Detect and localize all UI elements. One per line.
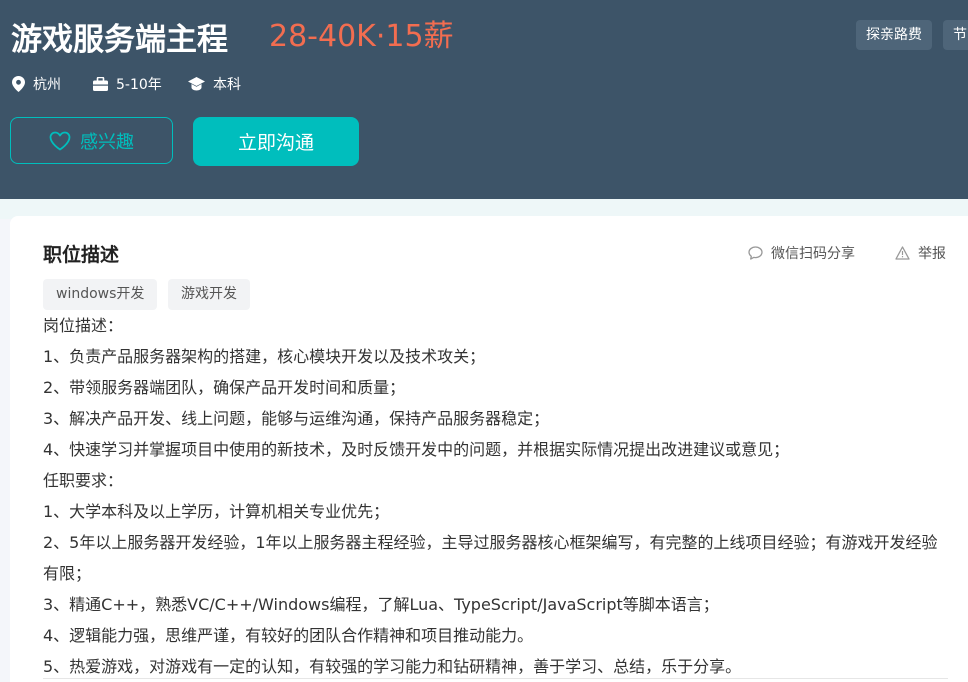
wechat-share-label: 微信扫码分享 — [771, 246, 855, 262]
job-detail-card: 职位描述 微信扫码分享 举报 windows开发 游戏开发 岗位描述： 1、负责… — [10, 216, 968, 682]
description-line: 1、大学本科及以上学历，计算机相关专业优先； — [43, 502, 390, 521]
location-pin-icon — [12, 76, 25, 92]
interest-button[interactable]: 感兴趣 — [10, 117, 173, 164]
job-experience-label: 5-10年 — [116, 77, 162, 93]
description-line: 4、逻辑能力强，思维严谨，有较好的团队合作精神和项目推动能力。 — [43, 626, 534, 645]
description-line: 1、负责产品服务器架构的搭建，核心模块开发以及技术攻关； — [43, 347, 486, 366]
benefit-tag: 节 — [943, 20, 968, 50]
description-line: 2、5年以上服务器开发经验，1年以上服务器主程经验，主导过服务器核心框架编写，有… — [43, 533, 938, 583]
chat-now-button[interactable]: 立即沟通 — [193, 117, 359, 166]
job-header: 游戏服务端主程 28-40K·15薪 探亲路费 节 杭州 5-10年 本科 感兴… — [0, 0, 968, 199]
job-city: 杭州 — [12, 73, 61, 95]
job-title: 游戏服务端主程 — [11, 22, 228, 58]
job-degree: 本科 — [188, 73, 241, 95]
report-button[interactable]: 举报 — [895, 243, 946, 263]
salary: 28-40K·15薪 — [269, 19, 454, 54]
skill-tag: windows开发 — [43, 279, 158, 310]
description-line: 4、快速学习并掌握项目中使用的新技术，及时反馈开发中的问题，并根据实际情况提出改… — [43, 440, 790, 459]
description-line: 岗位描述： — [43, 316, 124, 335]
job-experience: 5-10年 — [93, 73, 162, 95]
briefcase-icon — [93, 77, 108, 91]
description-line: 3、解决产品开发、线上问题，能够与运维沟通，保持产品服务器稳定； — [43, 409, 550, 428]
section-title: 职位描述 — [43, 244, 120, 266]
report-label: 举报 — [918, 246, 946, 262]
warning-triangle-icon — [895, 246, 910, 260]
job-description: 岗位描述： 1、负责产品服务器架构的搭建，核心模块开发以及技术攻关； 2、带领服… — [43, 310, 948, 682]
interest-button-label: 感兴趣 — [80, 131, 134, 153]
job-degree-label: 本科 — [213, 77, 241, 93]
skill-tag: 游戏开发 — [168, 279, 250, 310]
description-line: 3、精通C++，熟悉VC/C++/Windows编程，了解Lua、TypeScr… — [43, 595, 719, 614]
heart-icon — [49, 131, 71, 150]
graduation-cap-icon — [188, 77, 205, 91]
chat-bubble-icon — [748, 246, 763, 260]
job-city-label: 杭州 — [33, 77, 61, 93]
description-line: 2、带领服务器端团队，确保产品开发时间和质量； — [43, 378, 406, 397]
description-line: 任职要求： — [43, 471, 124, 490]
wechat-share-button[interactable]: 微信扫码分享 — [748, 243, 855, 263]
divider — [43, 678, 948, 679]
benefit-tag: 探亲路费 — [856, 20, 932, 50]
